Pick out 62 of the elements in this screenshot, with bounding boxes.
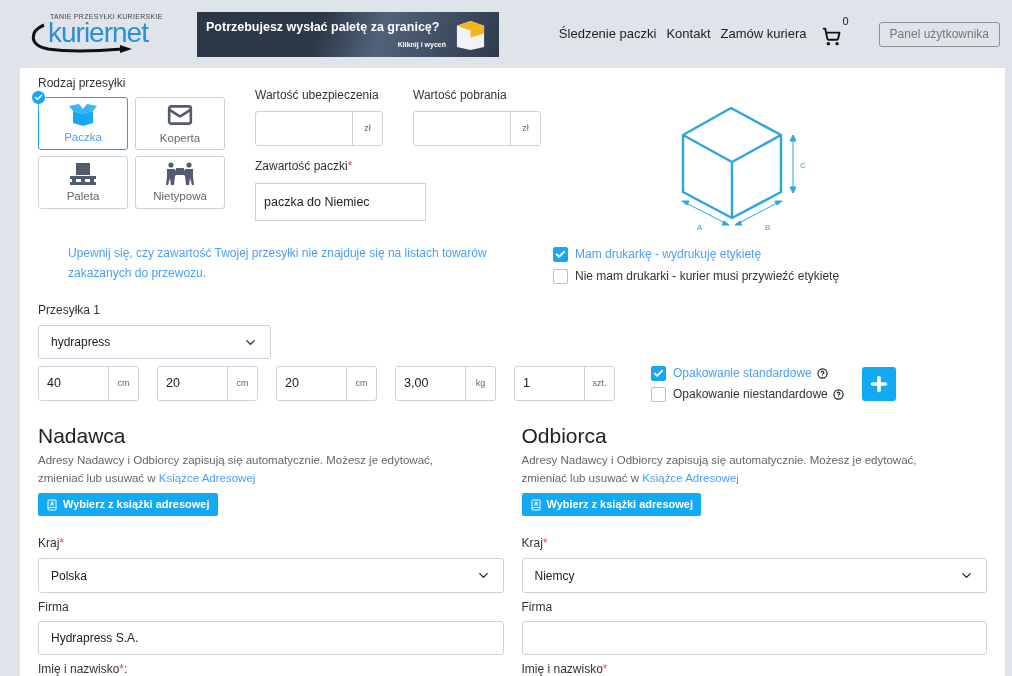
- cart-count: 0: [842, 13, 849, 29]
- checkbox[interactable]: [651, 365, 666, 381]
- field-label: Rodzaj przesyłki: [38, 76, 126, 90]
- shipment-type-option[interactable]: Nietypowa: [135, 156, 225, 209]
- pallet-icon: [68, 162, 98, 186]
- field-label: Firma: [38, 600, 69, 614]
- address-book-icon: [46, 498, 58, 511]
- contents-field[interactable]: paczka do Niemiec: [255, 183, 426, 221]
- label-colon: :: [124, 662, 128, 676]
- address-note: Adresy Nadawcy i Odbiorcy zapisują się automatycznie. Możesz je edytować, zmieniać lub usuwać w Książce Adresowej: [38, 453, 434, 486]
- measure-field[interactable]: 20 cm: [276, 366, 377, 401]
- section-title: Odbiorca: [521, 423, 607, 449]
- shipment-type-option[interactable]: Paleta: [38, 156, 128, 209]
- address-note: Adresy Nadawcy i Odbiorcy zapisują się automatycznie. Możesz je edytować, zmieniać lub usuwać w Książce Adresowej: [521, 453, 918, 486]
- field-label: Wartość ubezpieczenia: [255, 88, 379, 102]
- measure-field[interactable]: 3,00 kg: [395, 366, 496, 401]
- checkbox-label: Mam drukarkę - wydrukuję etykietę: [575, 246, 762, 263]
- company-field[interactable]: Hydrapress S.A.: [38, 621, 504, 655]
- field-label: Imię i nazwisko: [521, 662, 603, 676]
- country-select[interactable]: Niemcy: [521, 558, 987, 593]
- field-label: Firma: [521, 600, 553, 614]
- measure-field[interactable]: 40 cm: [38, 366, 139, 401]
- field-label: Zawartość paczki: [255, 159, 348, 173]
- people-carrying-icon: [165, 162, 195, 186]
- envelope-icon: [167, 102, 193, 128]
- section-title: Nadawca: [38, 423, 126, 449]
- nav-link[interactable]: Śledzenie paczki: [558, 24, 657, 44]
- required-mark: *: [59, 536, 64, 550]
- shipment-type-option[interactable]: Koperta: [135, 97, 225, 150]
- amount-field[interactable]: zł: [413, 111, 541, 146]
- help-icon[interactable]: [832, 388, 844, 400]
- warning-text: Upewnij się, czy zawartość Twojej przesyłki nie znajduje się na listach towarów zakazanych do przewozu.: [68, 245, 488, 282]
- amount-field[interactable]: zł: [255, 111, 383, 146]
- field-label: Wartość pobrania: [413, 88, 507, 102]
- cart-icon[interactable]: [822, 26, 842, 46]
- required-mark: *: [542, 536, 548, 550]
- field-label: Kraj: [38, 536, 60, 550]
- field-label: Imię i nazwisko: [38, 662, 120, 676]
- field-label: Przesyłka 1: [38, 303, 101, 317]
- field-label: Kraj: [521, 536, 543, 550]
- checkbox-label: Opakowanie standardowe: [673, 365, 812, 382]
- measure-field[interactable]: 20 cm: [157, 366, 258, 401]
- help-icon[interactable]: [816, 367, 828, 379]
- required-mark: *: [602, 662, 608, 676]
- checkbox[interactable]: [553, 246, 568, 262]
- template-select[interactable]: hydrapress: [38, 325, 271, 359]
- company-field[interactable]: [521, 621, 987, 655]
- address-book-icon: [529, 498, 542, 511]
- nav-link[interactable]: Kontakt: [666, 24, 711, 44]
- nav-link[interactable]: Zamów kuriera: [720, 24, 807, 44]
- user-panel-button[interactable]: Panel użytkownika: [878, 21, 1000, 47]
- banner-title: Potrzebujesz wysłać paletę za granicę?: [206, 18, 440, 36]
- open-box-icon: [68, 103, 98, 127]
- checkbox[interactable]: [651, 386, 666, 402]
- checkbox-label: Opakowanie niestandardowe: [673, 386, 828, 403]
- measure-field[interactable]: 1 szt.: [514, 366, 615, 401]
- country-select[interactable]: Polska: [38, 558, 504, 593]
- checkbox-label: Nie mam drukarki - kurier musi przywieźć etykietę: [575, 268, 840, 285]
- add-parcel-button[interactable]: [861, 366, 896, 401]
- required-mark: *: [347, 159, 353, 173]
- selected-check-icon: [31, 90, 46, 105]
- checkbox[interactable]: [553, 268, 568, 284]
